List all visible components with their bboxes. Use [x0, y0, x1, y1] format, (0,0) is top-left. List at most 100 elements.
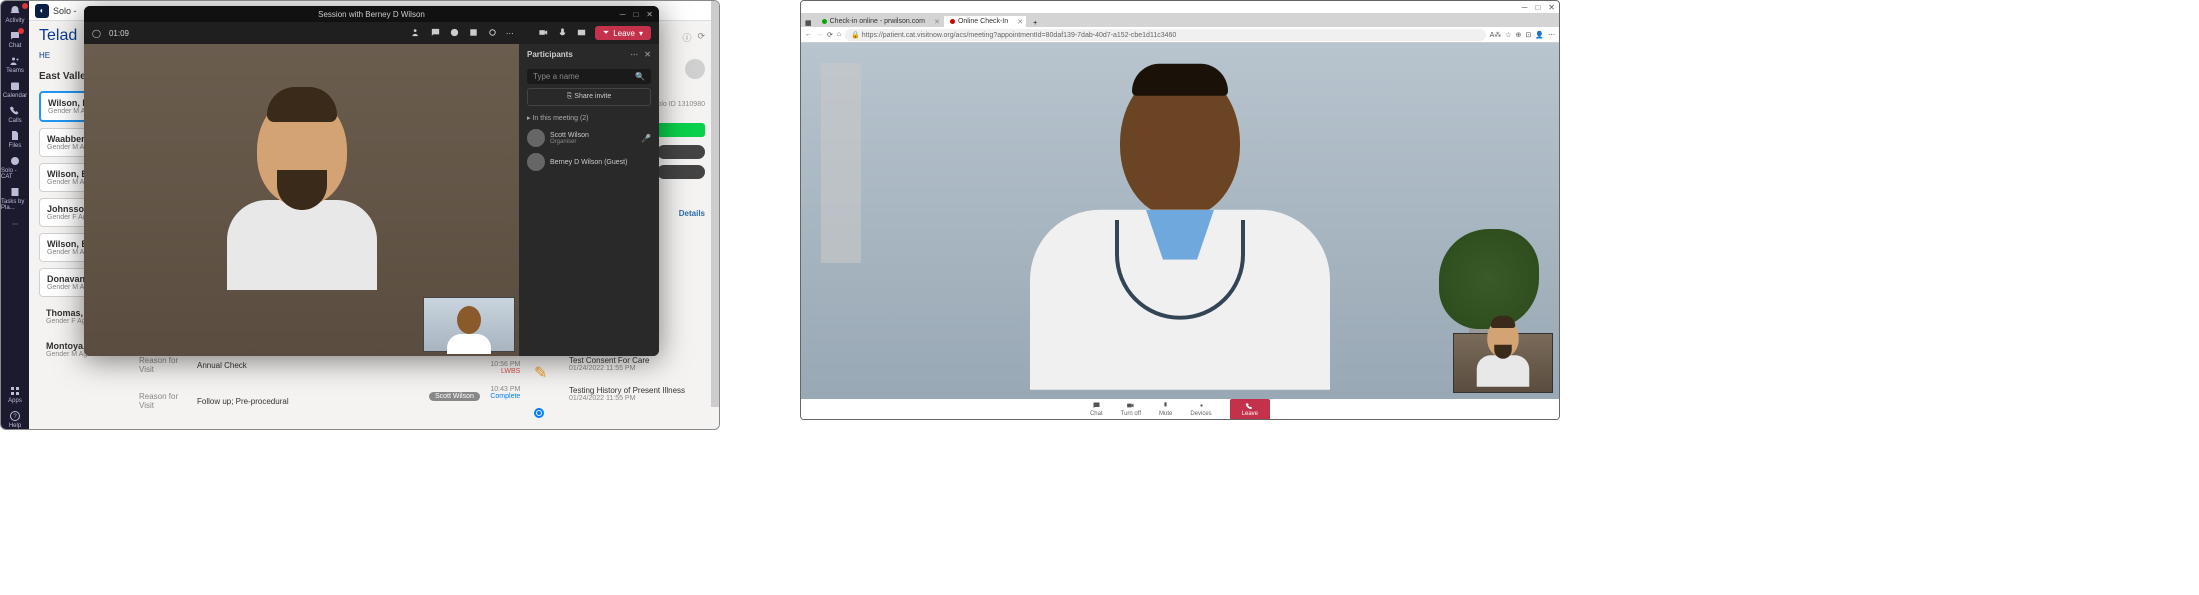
- teams-window: Activity Chat Teams Calendar Calls Files…: [0, 0, 720, 430]
- profile-icon[interactable]: 👤: [1535, 31, 1544, 39]
- close-icon[interactable]: ✕: [646, 10, 653, 19]
- devices-button[interactable]: Devices: [1190, 401, 1211, 417]
- mic-button[interactable]: Mute: [1159, 401, 1172, 417]
- forward-icon[interactable]: →: [816, 31, 823, 38]
- url-field[interactable]: 🔒 https://patient.cat.visitnow.org/acs/m…: [845, 29, 1485, 41]
- tab-close-icon[interactable]: ✕: [1017, 18, 1023, 26]
- rail-apps[interactable]: Apps: [8, 385, 22, 404]
- back-icon[interactable]: ←: [805, 31, 812, 38]
- rooms-icon[interactable]: [468, 27, 479, 40]
- panel-more-icon[interactable]: ⋯: [630, 50, 638, 59]
- rail-activity[interactable]: Activity: [5, 5, 24, 24]
- chat-icon[interactable]: [430, 27, 441, 40]
- participant-search[interactable]: Type a name 🔍: [527, 69, 651, 84]
- user-avatar[interactable]: [685, 59, 705, 79]
- rail-teams[interactable]: Teams: [6, 55, 24, 74]
- tab-close-icon[interactable]: ✕: [934, 18, 940, 26]
- search-icon: 🔍: [635, 72, 645, 81]
- app-title: Solo -: [53, 6, 77, 16]
- apps-icon[interactable]: [487, 27, 498, 40]
- camera-button[interactable]: Turn off: [1121, 401, 1141, 417]
- share-invite-button[interactable]: ⎘ Share invite: [527, 88, 651, 106]
- video-call-area: [801, 43, 1559, 399]
- share-icon[interactable]: [576, 27, 587, 40]
- avatar-icon: [527, 153, 545, 171]
- minimize-icon[interactable]: ─: [620, 10, 626, 19]
- participants-panel: Participants ⋯ ✕ Type a name 🔍 ⎘ Share in…: [519, 44, 659, 356]
- maximize-icon[interactable]: □: [1535, 3, 1540, 12]
- self-video-pip[interactable]: [423, 297, 515, 352]
- participant-row[interactable]: Berney D Wilson (Guest): [519, 150, 659, 174]
- browser-tab[interactable]: Check-in online - prwilson.com✕: [816, 16, 943, 27]
- menu-icon[interactable]: ⋯: [1548, 31, 1555, 39]
- solo-logo-icon: ◐: [35, 4, 49, 18]
- self-video-pip[interactable]: [1453, 333, 1553, 393]
- reactions-icon[interactable]: [449, 27, 460, 40]
- pill-1[interactable]: [657, 145, 705, 159]
- avatar-icon: [527, 129, 545, 147]
- tab-actions-icon[interactable]: ▦: [801, 19, 816, 27]
- favorite-icon[interactable]: ☆: [1505, 31, 1511, 39]
- panel-close-icon[interactable]: ✕: [644, 50, 651, 59]
- rail-tasks[interactable]: Tasks by Pla...: [1, 186, 29, 211]
- time-status: 10:56 PMLWBS: [429, 361, 520, 375]
- people-icon[interactable]: [411, 27, 422, 40]
- teams-call-window: Session with Berney D Wilson ─ □ ✕ ◯ 01:…: [84, 6, 659, 356]
- browser-tab[interactable]: Online Check-In✕: [944, 16, 1026, 27]
- maximize-icon[interactable]: □: [633, 10, 638, 19]
- call-timer: 01:09: [109, 29, 129, 38]
- home-icon[interactable]: ⌂: [837, 31, 841, 38]
- rail-calendar[interactable]: Calendar: [3, 80, 27, 99]
- shield-icon[interactable]: ◯: [92, 29, 101, 38]
- refresh-icon[interactable]: ⟳: [827, 31, 833, 39]
- chat-button[interactable]: Chat: [1090, 401, 1103, 417]
- rail-files[interactable]: Files: [9, 130, 22, 149]
- browser-tabs: ▦ Check-in online - prwilson.com✕ Online…: [801, 13, 1559, 27]
- rail-help[interactable]: ?Help: [9, 410, 21, 429]
- app-rail: Activity Chat Teams Calendar Calls Files…: [1, 1, 29, 429]
- rail-chat[interactable]: Chat: [9, 30, 22, 49]
- background-shelf: [821, 63, 861, 263]
- time-status: 10:43 PMComplete: [490, 386, 520, 400]
- extensions-icon[interactable]: ⊡: [1525, 31, 1531, 39]
- rail-more[interactable]: ⋯: [12, 221, 18, 228]
- info-icon[interactable]: ⓘ: [682, 31, 691, 44]
- details-link[interactable]: Details: [679, 209, 705, 218]
- radio-selected[interactable]: [534, 408, 544, 418]
- rail-solo[interactable]: Solo - CAT: [1, 155, 29, 180]
- mic-status-icon: 🎤: [641, 134, 651, 143]
- participant-video: [212, 95, 392, 305]
- minimize-icon[interactable]: ─: [1522, 3, 1528, 12]
- more-icon[interactable]: ⋯: [506, 29, 514, 38]
- window-controls: ─ □ ✕: [801, 1, 1559, 13]
- svg-text:?: ?: [13, 414, 17, 420]
- doctor-video: [990, 58, 1370, 398]
- call-controls: Chat Turn off Mute Devices Leave: [801, 399, 1559, 419]
- camera-icon[interactable]: [538, 27, 549, 40]
- refresh-icon[interactable]: ⟳: [697, 31, 705, 44]
- scrollbar[interactable]: [711, 1, 719, 407]
- read-aloud-icon[interactable]: A⁂: [1490, 31, 1502, 39]
- solo-id: Solo ID 1310980: [653, 101, 705, 108]
- leave-button[interactable]: ⏷Leave▾: [595, 26, 651, 40]
- refresh-controls: ⓘ ⟳: [682, 31, 705, 44]
- join-button[interactable]: [657, 123, 705, 137]
- new-tab-icon[interactable]: +: [1027, 20, 1043, 27]
- provider-pill: Scott Wilson: [429, 392, 480, 401]
- section-header[interactable]: ▸ In this meeting (2): [519, 110, 659, 126]
- participant-row[interactable]: Scott WilsonOrganiser 🎤: [519, 126, 659, 150]
- visit-column: Reason for VisitAnnual Check Reason for …: [139, 356, 289, 428]
- rail-calls[interactable]: Calls: [8, 105, 21, 124]
- edit-icon[interactable]: ✎: [534, 365, 547, 382]
- edge-window: ─ □ ✕ ▦ Check-in online - prwilson.com✕ …: [800, 0, 1560, 420]
- main-video: [84, 44, 519, 356]
- panel-title: Participants: [527, 50, 573, 59]
- leave-button[interactable]: Leave: [1230, 399, 1270, 420]
- mic-icon[interactable]: [557, 27, 568, 40]
- call-titlebar: Session with Berney D Wilson ─ □ ✕: [84, 6, 659, 22]
- close-icon[interactable]: ✕: [1548, 3, 1555, 12]
- assessment-column: Test Consent For Care01/24/2022 11:55 PM…: [569, 356, 685, 416]
- address-bar: ← → ⟳ ⌂ 🔒 https://patient.cat.visitnow.o…: [801, 27, 1559, 43]
- pill-2[interactable]: [657, 165, 705, 179]
- collections-icon[interactable]: ⊕: [1516, 31, 1522, 39]
